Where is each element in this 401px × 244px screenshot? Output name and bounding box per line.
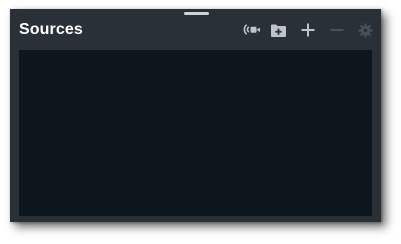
virtual-camera-button[interactable] xyxy=(242,20,262,40)
add-folder-icon xyxy=(270,23,287,38)
dock-header: Sources xyxy=(10,17,381,51)
drag-handle[interactable] xyxy=(184,12,209,15)
sources-dock: Sources xyxy=(10,9,381,222)
sources-list[interactable] xyxy=(19,50,372,216)
plus-icon xyxy=(301,23,315,37)
add-source-button[interactable] xyxy=(298,20,318,40)
dock-title: Sources xyxy=(19,21,83,38)
add-group-button[interactable] xyxy=(268,20,288,40)
gear-icon xyxy=(357,22,373,38)
source-properties-button[interactable] xyxy=(355,20,375,40)
remove-source-button[interactable] xyxy=(327,20,347,40)
minus-icon xyxy=(330,23,344,37)
virtual-camera-icon xyxy=(243,22,261,38)
